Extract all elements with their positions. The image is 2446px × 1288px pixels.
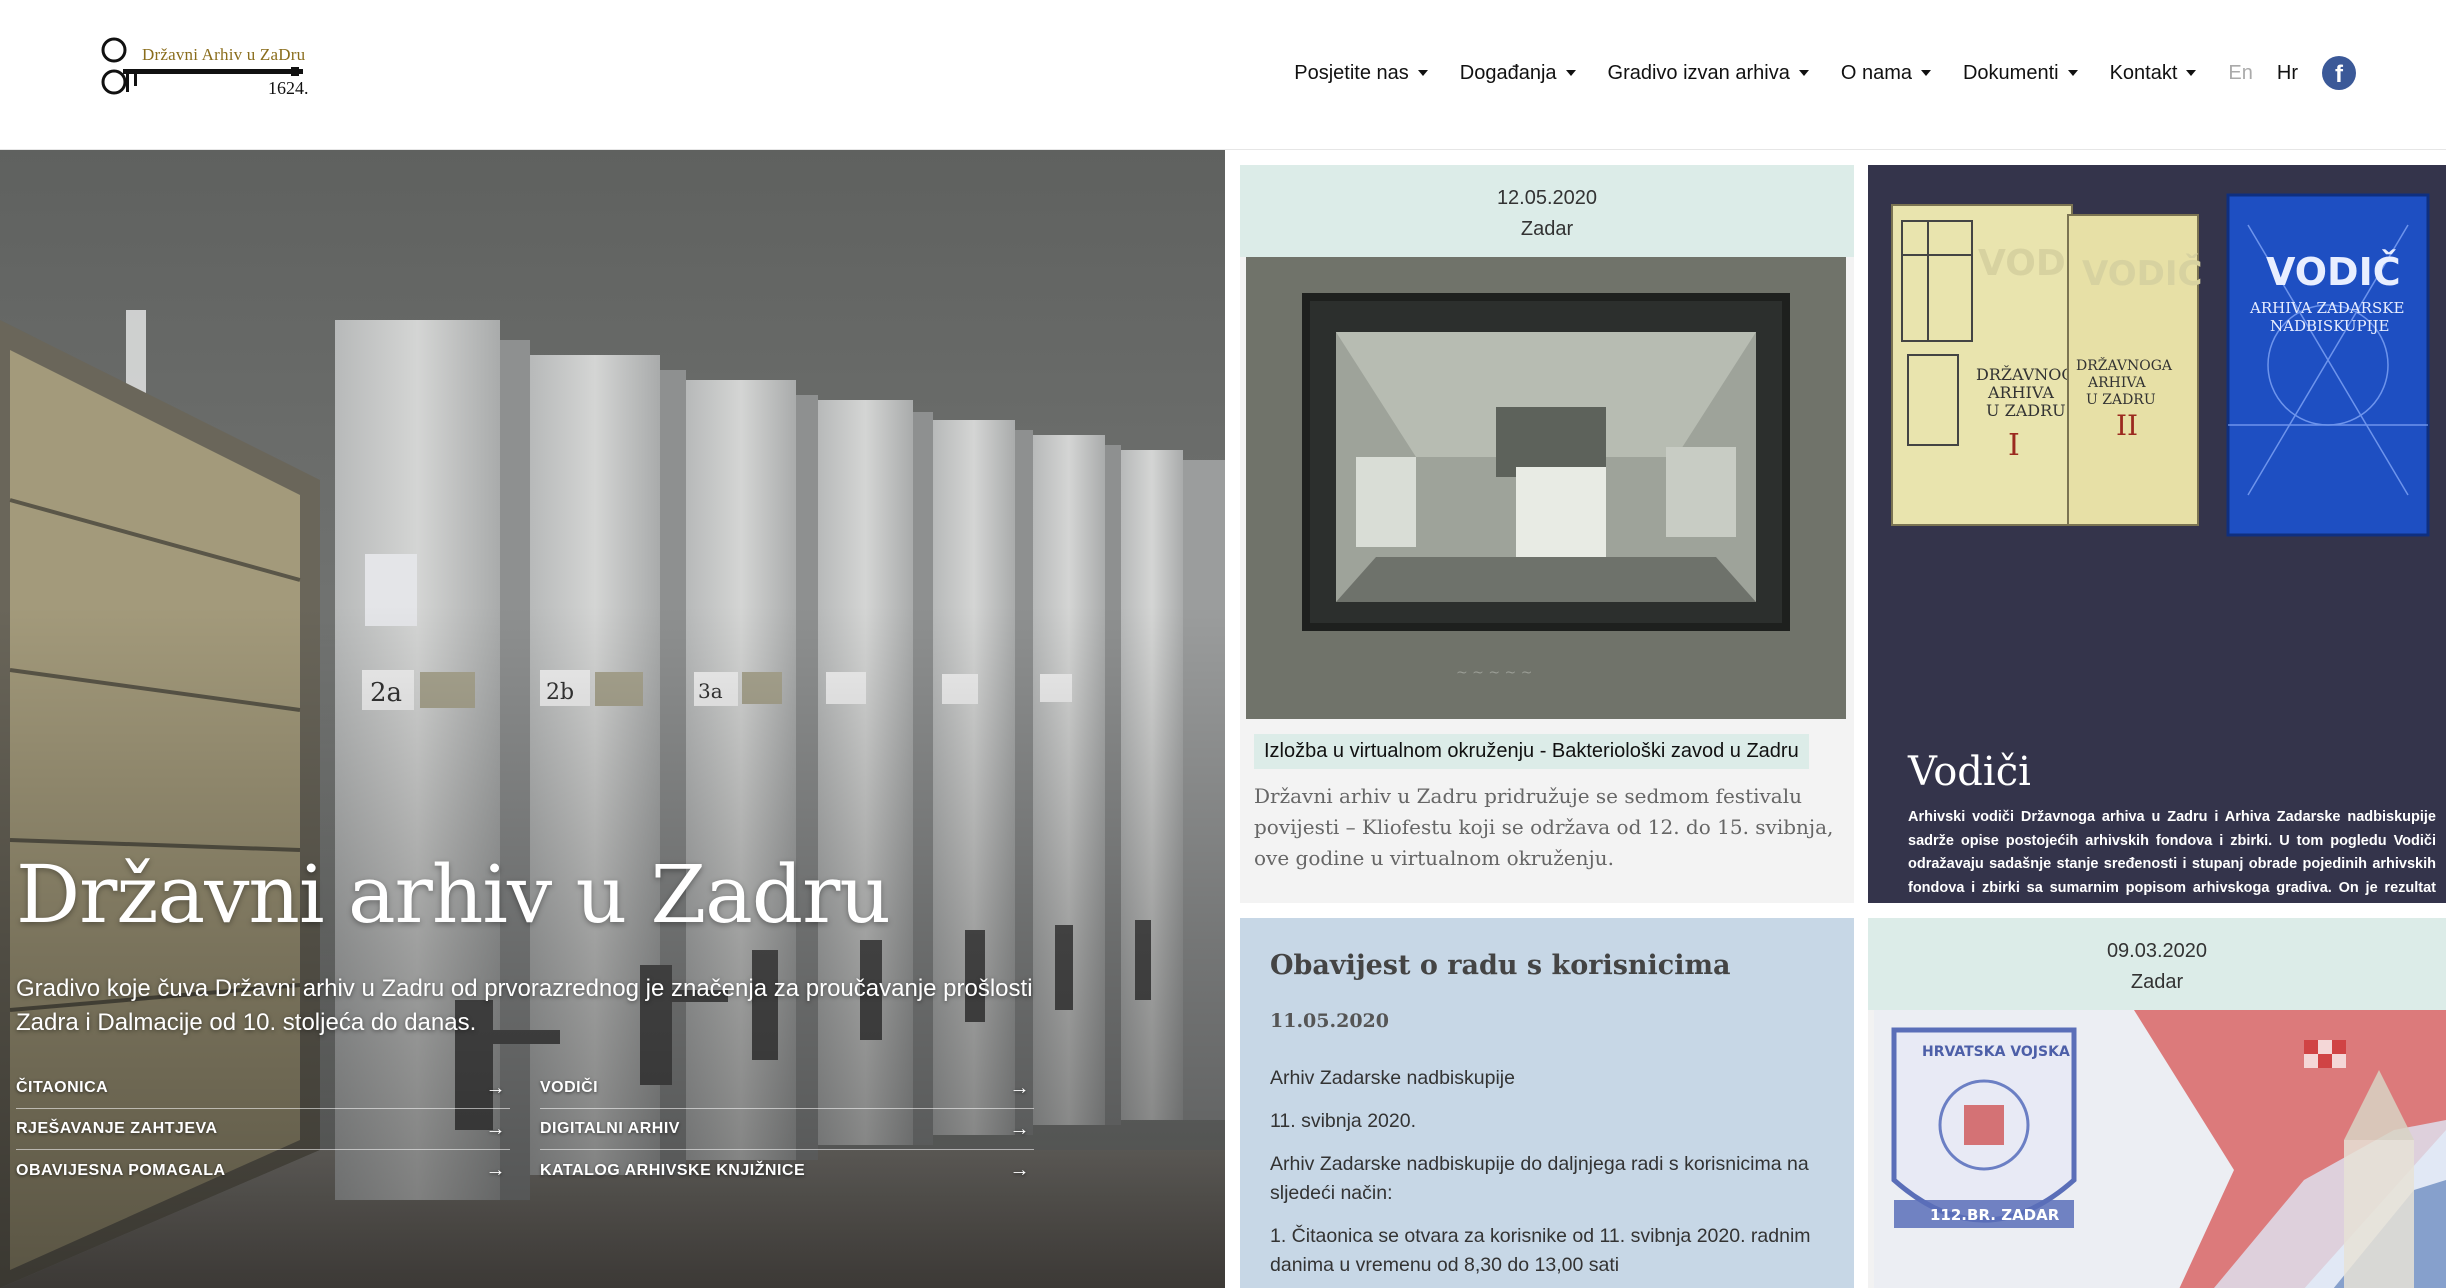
book-line: NADBISKUPIJE [2270,317,2390,335]
lang-en-link[interactable]: En [2228,62,2252,85]
nav-label: Kontakt [2109,61,2178,84]
arrow-right-icon: → [1009,1117,1030,1140]
book-title: VODIČ [2082,253,2202,294]
event-date: 12.05.2020 [1496,187,1598,209]
facebook-icon[interactable]: f [2322,56,2356,90]
badge-bottom-text: 112.BR. ZADAR [1930,1206,2060,1224]
notice-paragraph: Arhiv Zadarske nadbiskupije do daljnjega… [1270,1153,1809,1204]
event-card-2[interactable]: 09.03.2020 Zadar HRVATSKA VOJSKA 112.BR.… [1868,918,2446,1288]
notice-paragraph: Arhiv Zadarske nadbiskupije [1270,1067,1515,1089]
book-line: ARHIVA [1987,383,2054,402]
quick-links-left: ČITAONICA → RJEŠAVANJE ZAHTJEVA → OBAVIJES… [16,1068,510,1191]
svg-text:~ ~ ~ ~ ~: ~ ~ ~ ~ ~ [1456,665,1532,681]
caret-down-icon [2186,70,2197,76]
hero-section: 2a 2b 3a Državni arhiv u Zadru Gradivo k… [0,150,1225,1288]
caret-down-icon [2067,70,2078,76]
book-line: U ZADRU [1986,401,2066,420]
event-date: 09.03.2020 [2106,940,2208,962]
site-logo[interactable]: Državni Arhiv u ZaDru 1624. [96,30,316,114]
link-label: DIGITALNI ARHIV [540,1120,680,1137]
arrow-right-icon: → [485,1076,506,1099]
event-photo[interactable]: ~ ~ ~ ~ ~ [1246,257,1846,719]
link-obavijesna-pomagala[interactable]: OBAVIJESNA POMAGALA → [16,1150,510,1191]
laboratory-photo-image: ~ ~ ~ ~ ~ [1246,257,1846,719]
event-date-bar: 12.05.2020 Zadar [1240,165,1854,257]
badge-top-text: HRVATSKA VOJSKA [1922,1044,2070,1060]
link-label: OBAVIJESNA POMAGALA [16,1161,226,1179]
event-title-link[interactable]: Izložba u virtualnom okruženju - Bakteri… [1254,734,1809,769]
guides-description: Arhivski vodiči Državnoga arhiva u Zadru… [1908,809,2436,896]
nav-dokumenti[interactable]: Dokumenti [1963,62,2078,85]
book-title: VODIČ [2266,250,2401,294]
site-header: Državni Arhiv u ZaDru 1624. Posjetite na… [0,0,2446,150]
book-line: ARHIVA ZADARSKE [2249,299,2404,317]
guide-books-image: VODIČ DRŽAVNOGA ARHIVA U ZADRU I VODIČ D… [1891,193,2430,537]
arrow-right-icon: → [485,1117,506,1140]
notice-title[interactable]: Obavijest o radu s korisnicima [1270,950,1731,981]
caret-down-icon [1417,70,1428,76]
nav-label: Događanja [1459,61,1557,84]
link-digitalni-arhiv[interactable]: DIGITALNI ARHIV → [540,1109,1034,1150]
nav-kontakt[interactable]: Kontakt [2110,62,2197,85]
guides-title: Vodiči [1908,749,2031,795]
event-excerpt: Državni arhiv u Zadru pridružuje se sedm… [1254,784,1834,870]
caret-down-icon [1920,70,1931,76]
nav-label: Gradivo izvan arhiva [1607,61,1790,84]
link-citaonica[interactable]: ČITAONICA → [16,1068,510,1109]
link-label: ČITAONICA [16,1079,109,1096]
link-label: KATALOG ARHIVSKE KNJIŽNICE [540,1161,806,1179]
arrow-right-icon: → [1009,1076,1030,1099]
notice-card[interactable]: Obavijest o radu s korisnicima 11.05.202… [1240,918,1854,1288]
arrow-right-icon: → [1009,1159,1030,1181]
logo-year: 1624. [268,78,309,98]
hero-title: Državni arhiv u Zadru [16,848,891,941]
nav-label: Dokumenti [1962,61,2059,84]
event-card[interactable]: 12.05.2020 Zadar ~ ~ ~ ~ ~ Izložba u vir… [1240,165,1854,903]
key-logo-icon [101,37,303,95]
guides-card[interactable]: VODIČ DRŽAVNOGA ARHIVA U ZADRU I VODIČ D… [1868,165,2446,903]
nav-label: Posjetite nas [1294,61,1409,84]
nav-posjetite-nas[interactable]: Posjetite nas [1294,62,1428,85]
quick-links-right: VODIČI → DIGITALNI ARHIV → KATALOG ARHIVSK… [540,1068,1034,1191]
event-place: Zadar [1520,218,1574,240]
notice-body: Arhiv Zadarske nadbiskupije 11. svibnja … [1270,1064,1830,1288]
caret-down-icon [1798,70,1809,76]
nav-gradivo-izvan-arhiva[interactable]: Gradivo izvan arhiva [1608,62,1809,85]
notice-paragraph: 11. svibnja 2020. [1270,1110,1416,1132]
event-date-bar: 09.03.2020 Zadar [1868,918,2446,1010]
link-label: RJEŠAVANJE ZAHTJEVA [16,1120,218,1137]
notice-date: 11.05.2020 [1270,1010,1389,1032]
nav-dogadanja[interactable]: Događanja [1460,62,1576,85]
link-label: VODIČI [540,1079,599,1096]
military-badge-image: HRVATSKA VOJSKA 112.BR. ZADAR [1874,1010,2446,1288]
book-volume: II [2116,409,2138,442]
book-line: DRŽAVNOGA [2076,356,2173,374]
nav-label: O nama [1840,61,1912,84]
arrow-right-icon: → [485,1159,506,1181]
book-line: U ZADRU [2086,392,2156,408]
book-volume: I [2008,428,2020,463]
book-line: ARHIVA [2087,375,2147,391]
notice-paragraph: 1. Čitaonica se otvara za korisnike od 1… [1270,1225,1811,1276]
event-photo[interactable]: HRVATSKA VOJSKA 112.BR. ZADAR [1874,1010,2446,1288]
nav-o-nama[interactable]: O nama [1841,62,1931,85]
main-nav: Posjetite nas Događanja Gradivo izvan ar… [1294,56,2446,90]
link-katalog-arhivske-knjiznice[interactable]: KATALOG ARHIVSKE KNJIŽNICE → [540,1150,1034,1191]
link-vodici[interactable]: VODIČI → [540,1068,1034,1109]
hero-subtitle: Gradivo koje čuva Državni arhiv u Zadru … [16,975,1033,1036]
logo-text: Državni Arhiv u ZaDru [142,45,306,64]
caret-down-icon [1565,70,1576,76]
lang-hr-link[interactable]: Hr [2277,62,2298,85]
link-rjesavanje-zahtjeva[interactable]: RJEŠAVANJE ZAHTJEVA → [16,1109,510,1150]
event-place: Zadar [2130,971,2184,993]
